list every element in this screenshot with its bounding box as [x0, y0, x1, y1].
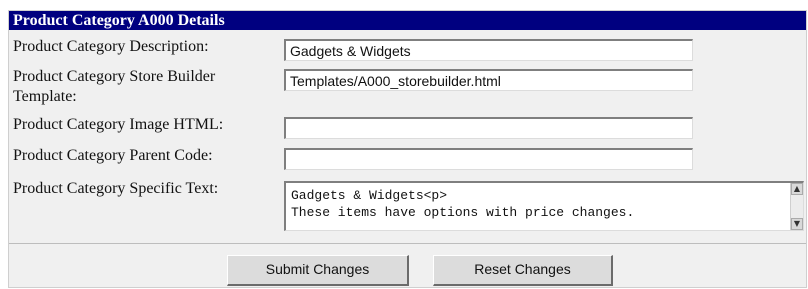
- scroll-down-icon[interactable]: ▼: [791, 218, 803, 230]
- description-row: Product Category Description: Gadgets & …: [13, 37, 773, 63]
- image-html-label: Product Category Image HTML:: [13, 116, 224, 133]
- store-builder-template-row: Product Category Store Builder Template:…: [13, 67, 773, 111]
- image-html-row: Product Category Image HTML:: [13, 115, 773, 141]
- vertical-scrollbar[interactable]: ▲ ▼: [790, 183, 803, 230]
- button-divider: [9, 243, 806, 244]
- specific-text-label: Product Category Specific Text:: [13, 180, 219, 197]
- parent-code-row: Product Category Parent Code:: [13, 146, 773, 172]
- scroll-up-icon[interactable]: ▲: [791, 183, 803, 195]
- reset-changes-button[interactable]: Reset Changes: [433, 255, 613, 286]
- specific-text-line: These items have options with price chan…: [291, 205, 635, 220]
- category-details-panel: Product Category A000 Details Product Ca…: [8, 10, 807, 288]
- description-field[interactable]: Gadgets & Widgets: [284, 39, 693, 61]
- submit-changes-button[interactable]: Submit Changes: [227, 255, 409, 286]
- store-builder-template-field[interactable]: Templates/A000_storebuilder.html: [284, 69, 693, 91]
- parent-code-label: Product Category Parent Code:: [13, 147, 213, 164]
- specific-text-line: Gadgets & Widgets<p>: [291, 188, 448, 203]
- store-builder-template-label: Product Category Store Builder Template:: [13, 68, 216, 105]
- parent-code-field[interactable]: [284, 148, 693, 170]
- description-label: Product Category Description:: [13, 38, 209, 55]
- panel-title: Product Category A000 Details: [9, 11, 806, 30]
- image-html-field[interactable]: [284, 117, 693, 139]
- specific-text-area[interactable]: Gadgets & Widgets<p> These items have op…: [284, 181, 804, 231]
- specific-text-row: Product Category Specific Text: Gadgets …: [13, 179, 808, 235]
